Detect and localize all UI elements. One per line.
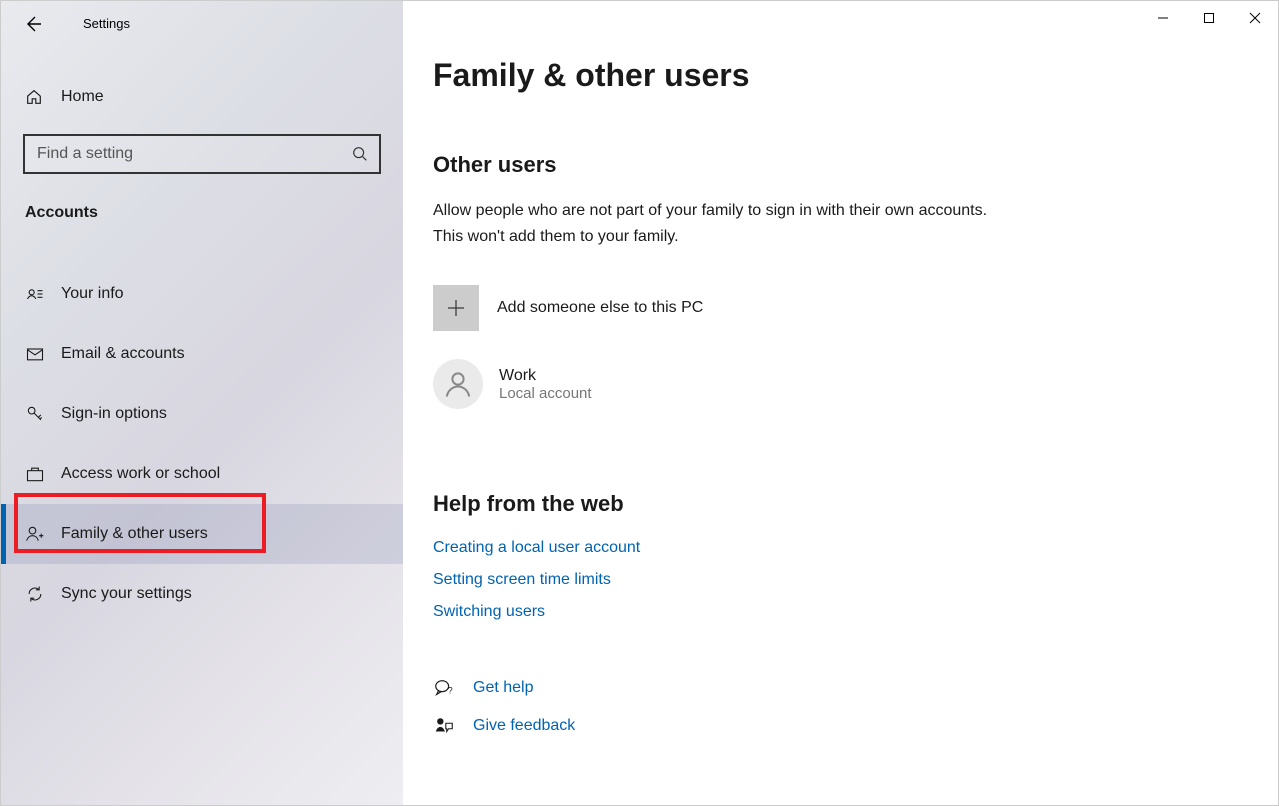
avatar [433,359,483,409]
footer-actions: ? Get help Give feedback [433,677,1083,737]
home-label: Home [61,88,104,106]
sidebar-item-email-accounts[interactable]: Email & accounts [1,324,403,384]
sidebar-item-sign-in-options[interactable]: Sign-in options [1,384,403,444]
user-name: Work [499,367,592,385]
maximize-button[interactable] [1186,1,1232,35]
sidebar-item-label: Family & other users [61,525,208,543]
help-link-switching-users[interactable]: Switching users [433,603,1083,621]
main-pane: Family & other users Other users Allow p… [403,1,1278,805]
window-controls [1140,1,1278,35]
minimize-icon [1157,12,1169,24]
back-button[interactable] [23,14,43,34]
other-users-heading: Other users [433,152,1083,178]
svg-text:?: ? [448,686,453,696]
sidebar-item-label: Access work or school [61,465,220,483]
nav-list: Your info Email & accounts Sign-in optio… [1,264,403,624]
window-title: Settings [83,16,130,31]
give-feedback-link[interactable]: Give feedback [433,715,1083,737]
plus-icon [433,285,479,331]
home-icon [25,88,61,106]
give-feedback-label: Give feedback [473,717,575,735]
add-user-label: Add someone else to this PC [497,299,703,317]
maximize-icon [1203,12,1215,24]
help-bubble-icon: ? [433,677,473,699]
get-help-label: Get help [473,679,533,697]
sidebar-item-label: Your info [61,285,124,303]
sidebar-item-label: Sync your settings [61,585,192,603]
user-account-row[interactable]: Work Local account [433,359,1083,409]
user-text: Work Local account [499,367,592,402]
user-sub: Local account [499,385,592,402]
briefcase-icon [25,464,61,484]
person-card-icon [25,284,61,304]
search-icon [351,145,369,163]
feedback-icon [433,715,473,737]
person-plus-icon [25,524,61,544]
sidebar-item-sync-settings[interactable]: Sync your settings [1,564,403,624]
sidebar-item-access-work-school[interactable]: Access work or school [1,444,403,504]
page-title: Family & other users [433,57,1083,94]
search-input[interactable] [37,145,351,163]
sidebar-item-label: Email & accounts [61,345,185,363]
content: Family & other users Other users Allow p… [403,1,1083,737]
titlebar: Settings [1,1,403,46]
get-help-link[interactable]: ? Get help [433,677,1083,699]
help-heading: Help from the web [433,491,1083,517]
home-nav[interactable]: Home [1,78,403,116]
key-icon [25,404,61,424]
sidebar: Settings Home Accounts Your info Email &… [1,1,403,805]
other-users-description: Allow people who are not part of your fa… [433,198,993,249]
sidebar-item-family-other-users[interactable]: Family & other users [1,504,403,564]
search-box[interactable] [23,134,381,174]
help-link-create-local-account[interactable]: Creating a local user account [433,539,1083,557]
add-user-button[interactable]: Add someone else to this PC [433,285,1083,331]
help-link-screen-time[interactable]: Setting screen time limits [433,571,1083,589]
close-icon [1249,12,1261,24]
sidebar-item-your-info[interactable]: Your info [1,264,403,324]
sync-icon [25,584,61,604]
close-button[interactable] [1232,1,1278,35]
sidebar-section-label: Accounts [25,204,403,222]
person-icon [443,369,473,399]
sidebar-item-label: Sign-in options [61,405,167,423]
mail-icon [25,344,61,364]
arrow-left-icon [23,14,43,34]
minimize-button[interactable] [1140,1,1186,35]
